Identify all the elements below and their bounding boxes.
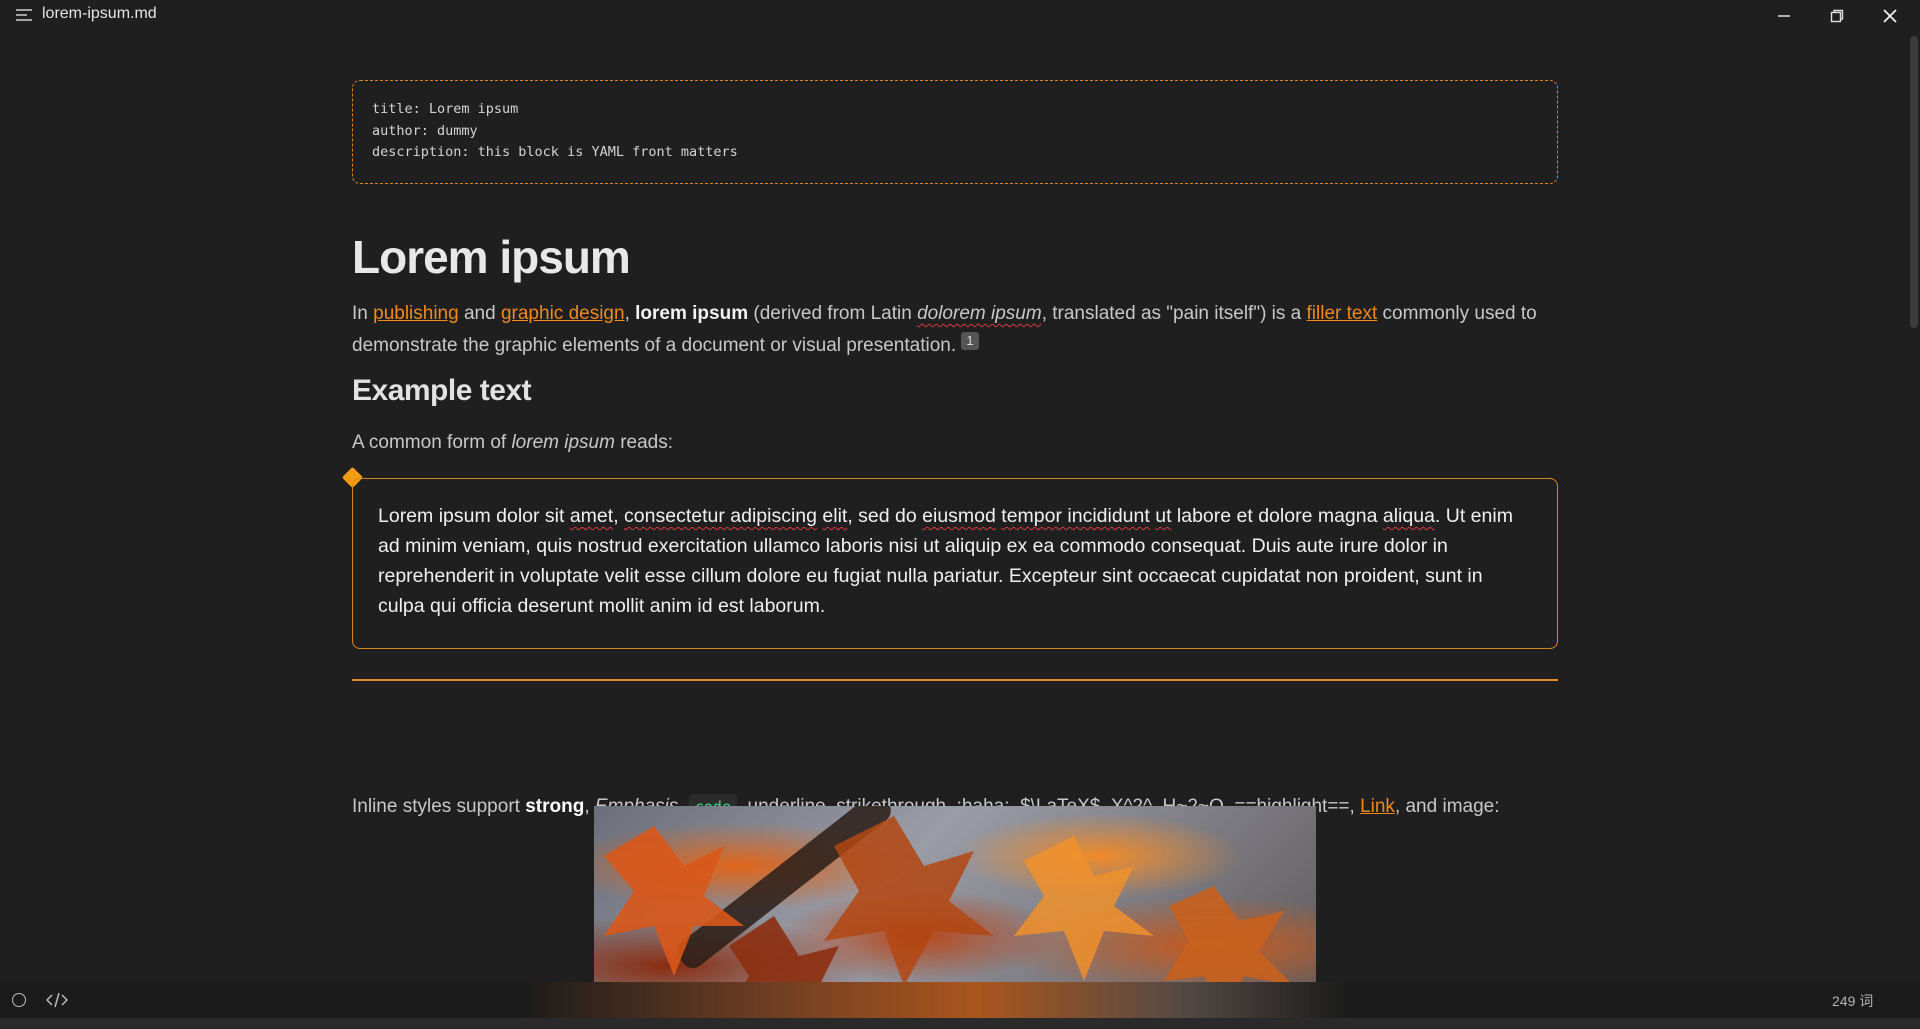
image-overflow-fade xyxy=(520,982,1350,1018)
close-button[interactable] xyxy=(1864,0,1916,32)
link-filler-text[interactable]: filler text xyxy=(1307,303,1378,324)
text: labore et dolore magna xyxy=(1171,505,1383,527)
outline-toggle-icon[interactable] xyxy=(12,993,26,1007)
source-mode-icon[interactable] xyxy=(45,990,69,1010)
minimize-button[interactable] xyxy=(1758,0,1810,32)
scrollbar-thumb[interactable] xyxy=(1910,36,1918,328)
example-heading: Example text xyxy=(352,374,532,407)
text: Inline styles support xyxy=(352,796,526,817)
link-graphic-design[interactable]: graphic design xyxy=(501,303,625,324)
example-intro-paragraph: A common form of lorem ipsum reads: xyxy=(352,427,673,459)
intro-paragraph: In publishing and graphic design, lorem … xyxy=(352,298,1558,362)
spellcheck-word: amet xyxy=(569,505,614,527)
spellcheck-word: eiusmod xyxy=(922,505,996,527)
strong-text: lorem ipsum xyxy=(635,303,749,324)
text: Lorem ipsum dolor sit xyxy=(378,505,570,527)
text: A common form of xyxy=(352,432,512,453)
front-matter-line: description: this block is YAML front ma… xyxy=(372,144,738,160)
bottom-strip xyxy=(0,1018,1920,1029)
status-bar: 249 词 xyxy=(0,982,1920,1018)
title-bar: lorem-ipsum.md xyxy=(0,0,1920,32)
spellcheck-word: elit xyxy=(822,505,848,527)
document-title: Lorem ipsum xyxy=(352,231,631,283)
yaml-front-matter-block[interactable]: title: Lorem ipsum author: dummy descrip… xyxy=(352,80,1558,184)
emphasis-text: lorem ipsum xyxy=(511,432,615,453)
text: , and image: xyxy=(1394,796,1500,817)
spellcheck-word: aliqua xyxy=(1382,505,1435,527)
strong-text: strong xyxy=(525,796,585,817)
footnote-ref[interactable]: 1 xyxy=(961,332,979,350)
text: reads: xyxy=(614,432,674,453)
link[interactable]: Link xyxy=(1360,796,1395,817)
word-count[interactable]: 249 词 xyxy=(1832,991,1873,1011)
restore-button[interactable] xyxy=(1811,0,1863,32)
menu-icon[interactable] xyxy=(15,8,33,22)
front-matter-line: title: Lorem ipsum xyxy=(372,101,519,117)
text: , sed do xyxy=(847,505,923,527)
leaves-illustration xyxy=(604,816,1294,1006)
text: , xyxy=(613,505,625,527)
blockquote[interactable]: Lorem ipsum dolor sit amet, consectetur … xyxy=(352,478,1558,649)
spellcheck-word: ut xyxy=(1155,505,1172,527)
text: , xyxy=(624,303,636,324)
file-title: lorem-ipsum.md xyxy=(42,5,157,22)
front-matter-line: author: dummy xyxy=(372,122,478,139)
text: In xyxy=(352,303,374,324)
maple-leaves-image[interactable] xyxy=(594,806,1316,1006)
text: , translated as "pain itself") is a xyxy=(1041,303,1307,324)
spellcheck-word: consectetur adipiscing xyxy=(624,505,817,527)
horizontal-rule xyxy=(352,679,1558,681)
restore-icon xyxy=(1830,9,1844,23)
vertical-scrollbar[interactable] xyxy=(1908,32,1920,982)
text: (derived from Latin xyxy=(748,303,918,324)
emphasis-text: dolorem ipsum xyxy=(917,303,1042,324)
close-icon xyxy=(1883,9,1897,23)
link-publishing[interactable]: publishing xyxy=(373,303,459,324)
spellcheck-word: tempor incididunt xyxy=(1001,505,1150,527)
minimize-icon xyxy=(1778,15,1790,17)
text: and xyxy=(458,303,501,324)
